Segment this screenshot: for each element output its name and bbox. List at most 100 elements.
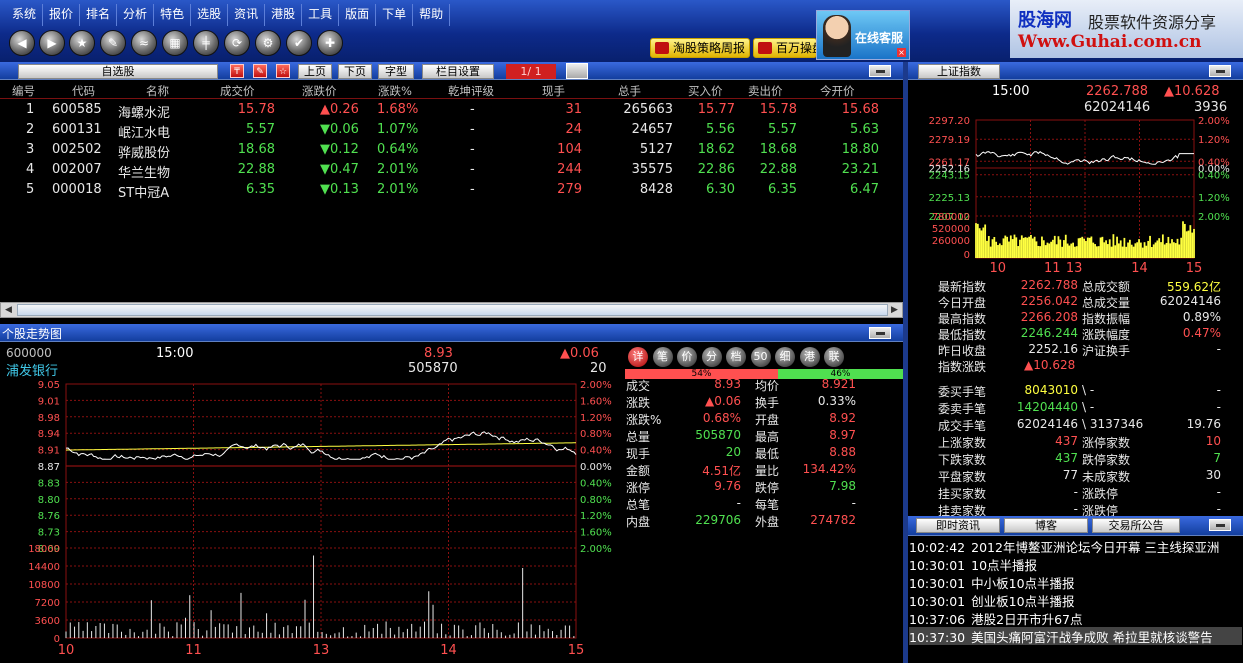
tool-icon[interactable]: ✔ <box>286 30 312 56</box>
menu-news[interactable]: 资讯 <box>228 4 266 26</box>
minimize-icon[interactable] <box>869 327 891 339</box>
next-page-button[interactable]: 下页 <box>338 64 372 79</box>
print-icon[interactable] <box>566 63 588 79</box>
detail-btn-0[interactable]: 详 <box>628 347 648 367</box>
col-no[interactable]: 编号 <box>12 83 35 99</box>
minimize-icon[interactable] <box>1209 519 1231 531</box>
menu-hk[interactable]: 港股 <box>265 4 303 26</box>
table-row[interactable]: 1 600585 海螺水泥 15.78 ▲0.26 1.68% - 31 265663 15.77… <box>0 100 903 121</box>
filter-icon[interactable]: ₸ <box>230 64 244 78</box>
table-row[interactable]: 2 600131 岷江水电 5.57 ▼0.06 1.07% - 24 24657 5.56 5.5… <box>0 120 903 141</box>
news-item[interactable]: 10:30:01 中小板10点半播报 <box>909 573 1242 591</box>
detail-btn-8[interactable]: 联 <box>824 347 844 367</box>
table-row[interactable]: 5 000018 ST中冠A 6.35 ▼0.13 2.01% - 279 8428 6.30 6.… <box>0 180 903 201</box>
menu-special[interactable]: 特色 <box>154 4 192 26</box>
news-text: 中小板10点半播报 <box>971 576 1075 591</box>
candle-icon[interactable]: ╪ <box>193 30 219 56</box>
close-icon[interactable]: × <box>897 48 906 57</box>
person-icon <box>758 42 772 54</box>
col-change-pct[interactable]: 涨跌% <box>378 83 412 99</box>
tab-blog[interactable]: 博客 <box>1004 518 1088 533</box>
menu-quote[interactable]: 报价 <box>43 4 81 26</box>
menu-stockpick[interactable]: 选股 <box>191 4 229 26</box>
col-open[interactable]: 今开价 <box>820 83 855 99</box>
detail-btn-6[interactable]: 细 <box>775 347 795 367</box>
col-rating[interactable]: 乾坤评级 <box>448 83 494 99</box>
cell-change: ▼0.47 <box>320 162 359 177</box>
settings-icon[interactable]: ⚙ <box>255 30 281 56</box>
refresh-icon[interactable]: ⟳ <box>224 30 250 56</box>
menu-order[interactable]: 下单 <box>376 4 414 26</box>
table-row[interactable]: 3 002502 骅威股份 18.68 ▼0.12 0.64% - 104 5127 18.62 1… <box>0 140 903 161</box>
scroll-right-icon[interactable]: ▶ <box>887 303 902 317</box>
grid-icon[interactable]: ▦ <box>162 30 188 56</box>
menu-layout[interactable]: 版面 <box>339 4 377 26</box>
index-stat-value: 0.89% <box>1182 310 1221 324</box>
online-service-button[interactable]: 在线客服 × <box>816 10 910 60</box>
y-pct-label: 1.60% <box>580 396 612 407</box>
y-tick-label: 8.91 <box>38 446 60 457</box>
minimize-icon[interactable] <box>1209 65 1231 77</box>
table-row[interactable]: 4 002007 华兰生物 22.88 ▼0.47 2.01% - 244 35575 22.86… <box>0 160 903 181</box>
watchlist-title[interactable]: 自选股 <box>18 64 218 79</box>
font-button[interactable]: 字型 <box>378 64 414 79</box>
horizontal-scrollbar[interactable]: ◀ ▶ <box>0 302 903 318</box>
detail-btn-2[interactable]: 价 <box>677 347 697 367</box>
forward-icon[interactable]: ▶ <box>39 30 65 56</box>
col-bid[interactable]: 买入价 <box>688 83 723 99</box>
index-chart[interactable]: 2297.20 2.00%2279.19 1.20%2261.17 0.40%2252… <box>908 114 1243 274</box>
col-total-hand[interactable]: 总手 <box>618 83 641 99</box>
menu-help[interactable]: 帮助 <box>413 4 451 26</box>
column-settings-button[interactable]: 栏目设置 <box>422 64 494 79</box>
volume-tick-label: 520000 <box>932 224 970 235</box>
detail-btn-3[interactable]: 分 <box>701 347 722 367</box>
scroll-thumb[interactable] <box>17 304 888 316</box>
edit-icon[interactable]: ✎ <box>253 64 267 78</box>
menu-analysis[interactable]: 分析 <box>117 4 155 26</box>
chart-icon[interactable]: ≈ <box>131 30 157 56</box>
tab-exchange-notice[interactable]: 交易所公告 <box>1092 518 1180 533</box>
col-code[interactable]: 代码 <box>72 83 95 99</box>
detail-btn-7[interactable]: 港 <box>799 347 820 367</box>
minimize-icon[interactable] <box>869 65 891 77</box>
cell-price: 6.35 <box>246 182 275 197</box>
index-stat-label: 涨跌停 <box>1082 487 1119 501</box>
tab-realtime-news[interactable]: 即时资讯 <box>916 518 1000 533</box>
detail-btn-5[interactable]: 50 <box>750 347 771 367</box>
col-name[interactable]: 名称 <box>146 83 169 99</box>
detail-label: 量比 <box>755 464 780 478</box>
prev-page-button[interactable]: 上页 <box>298 64 332 79</box>
tao-strategy-label: 淘股策略周报 <box>673 41 746 55</box>
detail-btn-1[interactable]: 笔 <box>652 347 673 367</box>
menu-rank[interactable]: 排名 <box>80 4 118 26</box>
intraday-chart[interactable]: 9.05 2.00% 9.01 1.60% 8.98 1.20% 8.94 0.80% 8.91… <box>0 376 624 660</box>
news-item[interactable]: 10:30:01 10点半播报 <box>909 555 1242 573</box>
pen-icon[interactable]: ✎ <box>100 30 126 56</box>
col-change[interactable]: 涨跌价 <box>302 83 337 99</box>
cell-code: 600131 <box>52 122 102 137</box>
index-title-tab[interactable]: 上证指数 <box>918 64 1000 79</box>
col-price[interactable]: 成交价 <box>220 83 255 99</box>
detail-value: 20 <box>725 445 741 459</box>
back-icon[interactable]: ◀ <box>9 30 35 56</box>
news-item[interactable]: 10:30:01 创业板10点半播报 <box>909 591 1242 609</box>
star-icon[interactable]: ★ <box>69 30 95 56</box>
scroll-left-icon[interactable]: ◀ <box>1 303 16 317</box>
add-icon[interactable]: ☆ <box>276 64 290 78</box>
news-item[interactable]: 10:02:42 2012年博鳌亚洲论坛今日开幕 三主线探亚洲 <box>909 537 1242 555</box>
menu-system[interactable]: 系统 <box>6 4 44 26</box>
menu-tools[interactable]: 工具 <box>302 4 340 26</box>
cell-now: 24 <box>565 122 582 137</box>
detail-btn-4[interactable]: 档 <box>726 347 746 367</box>
stock-chart-header: 个股走势图 <box>0 324 903 342</box>
million-trade-button[interactable]: 百万操盘 <box>753 38 817 58</box>
news-item[interactable]: 10:37:06 港股2日开市升67点 <box>909 609 1242 627</box>
tao-strategy-button[interactable]: 淘股策略周报 <box>650 38 751 58</box>
col-current-hand[interactable]: 现手 <box>542 83 565 99</box>
news-item[interactable]: 10:37:30 美国头痛阿富汗战争成败 希拉里就核谈警告 <box>909 627 1242 645</box>
news-text: 10点半播报 <box>971 558 1038 573</box>
volume-tick-label: 780000 <box>932 212 970 223</box>
pin-icon[interactable]: ✚ <box>317 30 343 56</box>
index-header: 上证指数 <box>908 62 1243 80</box>
col-ask[interactable]: 卖出价 <box>748 83 783 99</box>
